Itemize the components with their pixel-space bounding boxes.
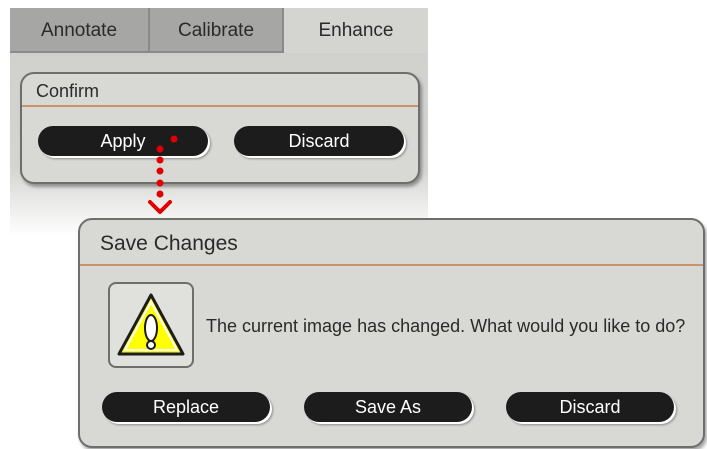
discard-dialog-button[interactable]: Discard: [506, 392, 674, 422]
dialog-message: The current image has changed. What woul…: [206, 316, 686, 336]
tab-calibrate[interactable]: Calibrate: [150, 8, 284, 53]
confirm-panel: Confirm Apply Discard: [20, 72, 420, 184]
tab-annotate[interactable]: Annotate: [10, 8, 150, 53]
save-as-button[interactable]: Save As: [304, 392, 472, 422]
confirm-title: Confirm: [22, 74, 418, 107]
tab-divider: [10, 51, 284, 53]
warning-icon: [108, 282, 194, 368]
discard-button[interactable]: Discard: [234, 126, 404, 156]
dialog-title: Save Changes: [80, 220, 703, 266]
apply-button[interactable]: Apply: [38, 126, 208, 156]
save-changes-dialog: Save Changes The current image has chang…: [78, 218, 705, 448]
tab-enhance[interactable]: Enhance: [284, 8, 428, 53]
tab-bar: Annotate Calibrate Enhance: [10, 8, 428, 53]
replace-button[interactable]: Replace: [102, 392, 270, 422]
